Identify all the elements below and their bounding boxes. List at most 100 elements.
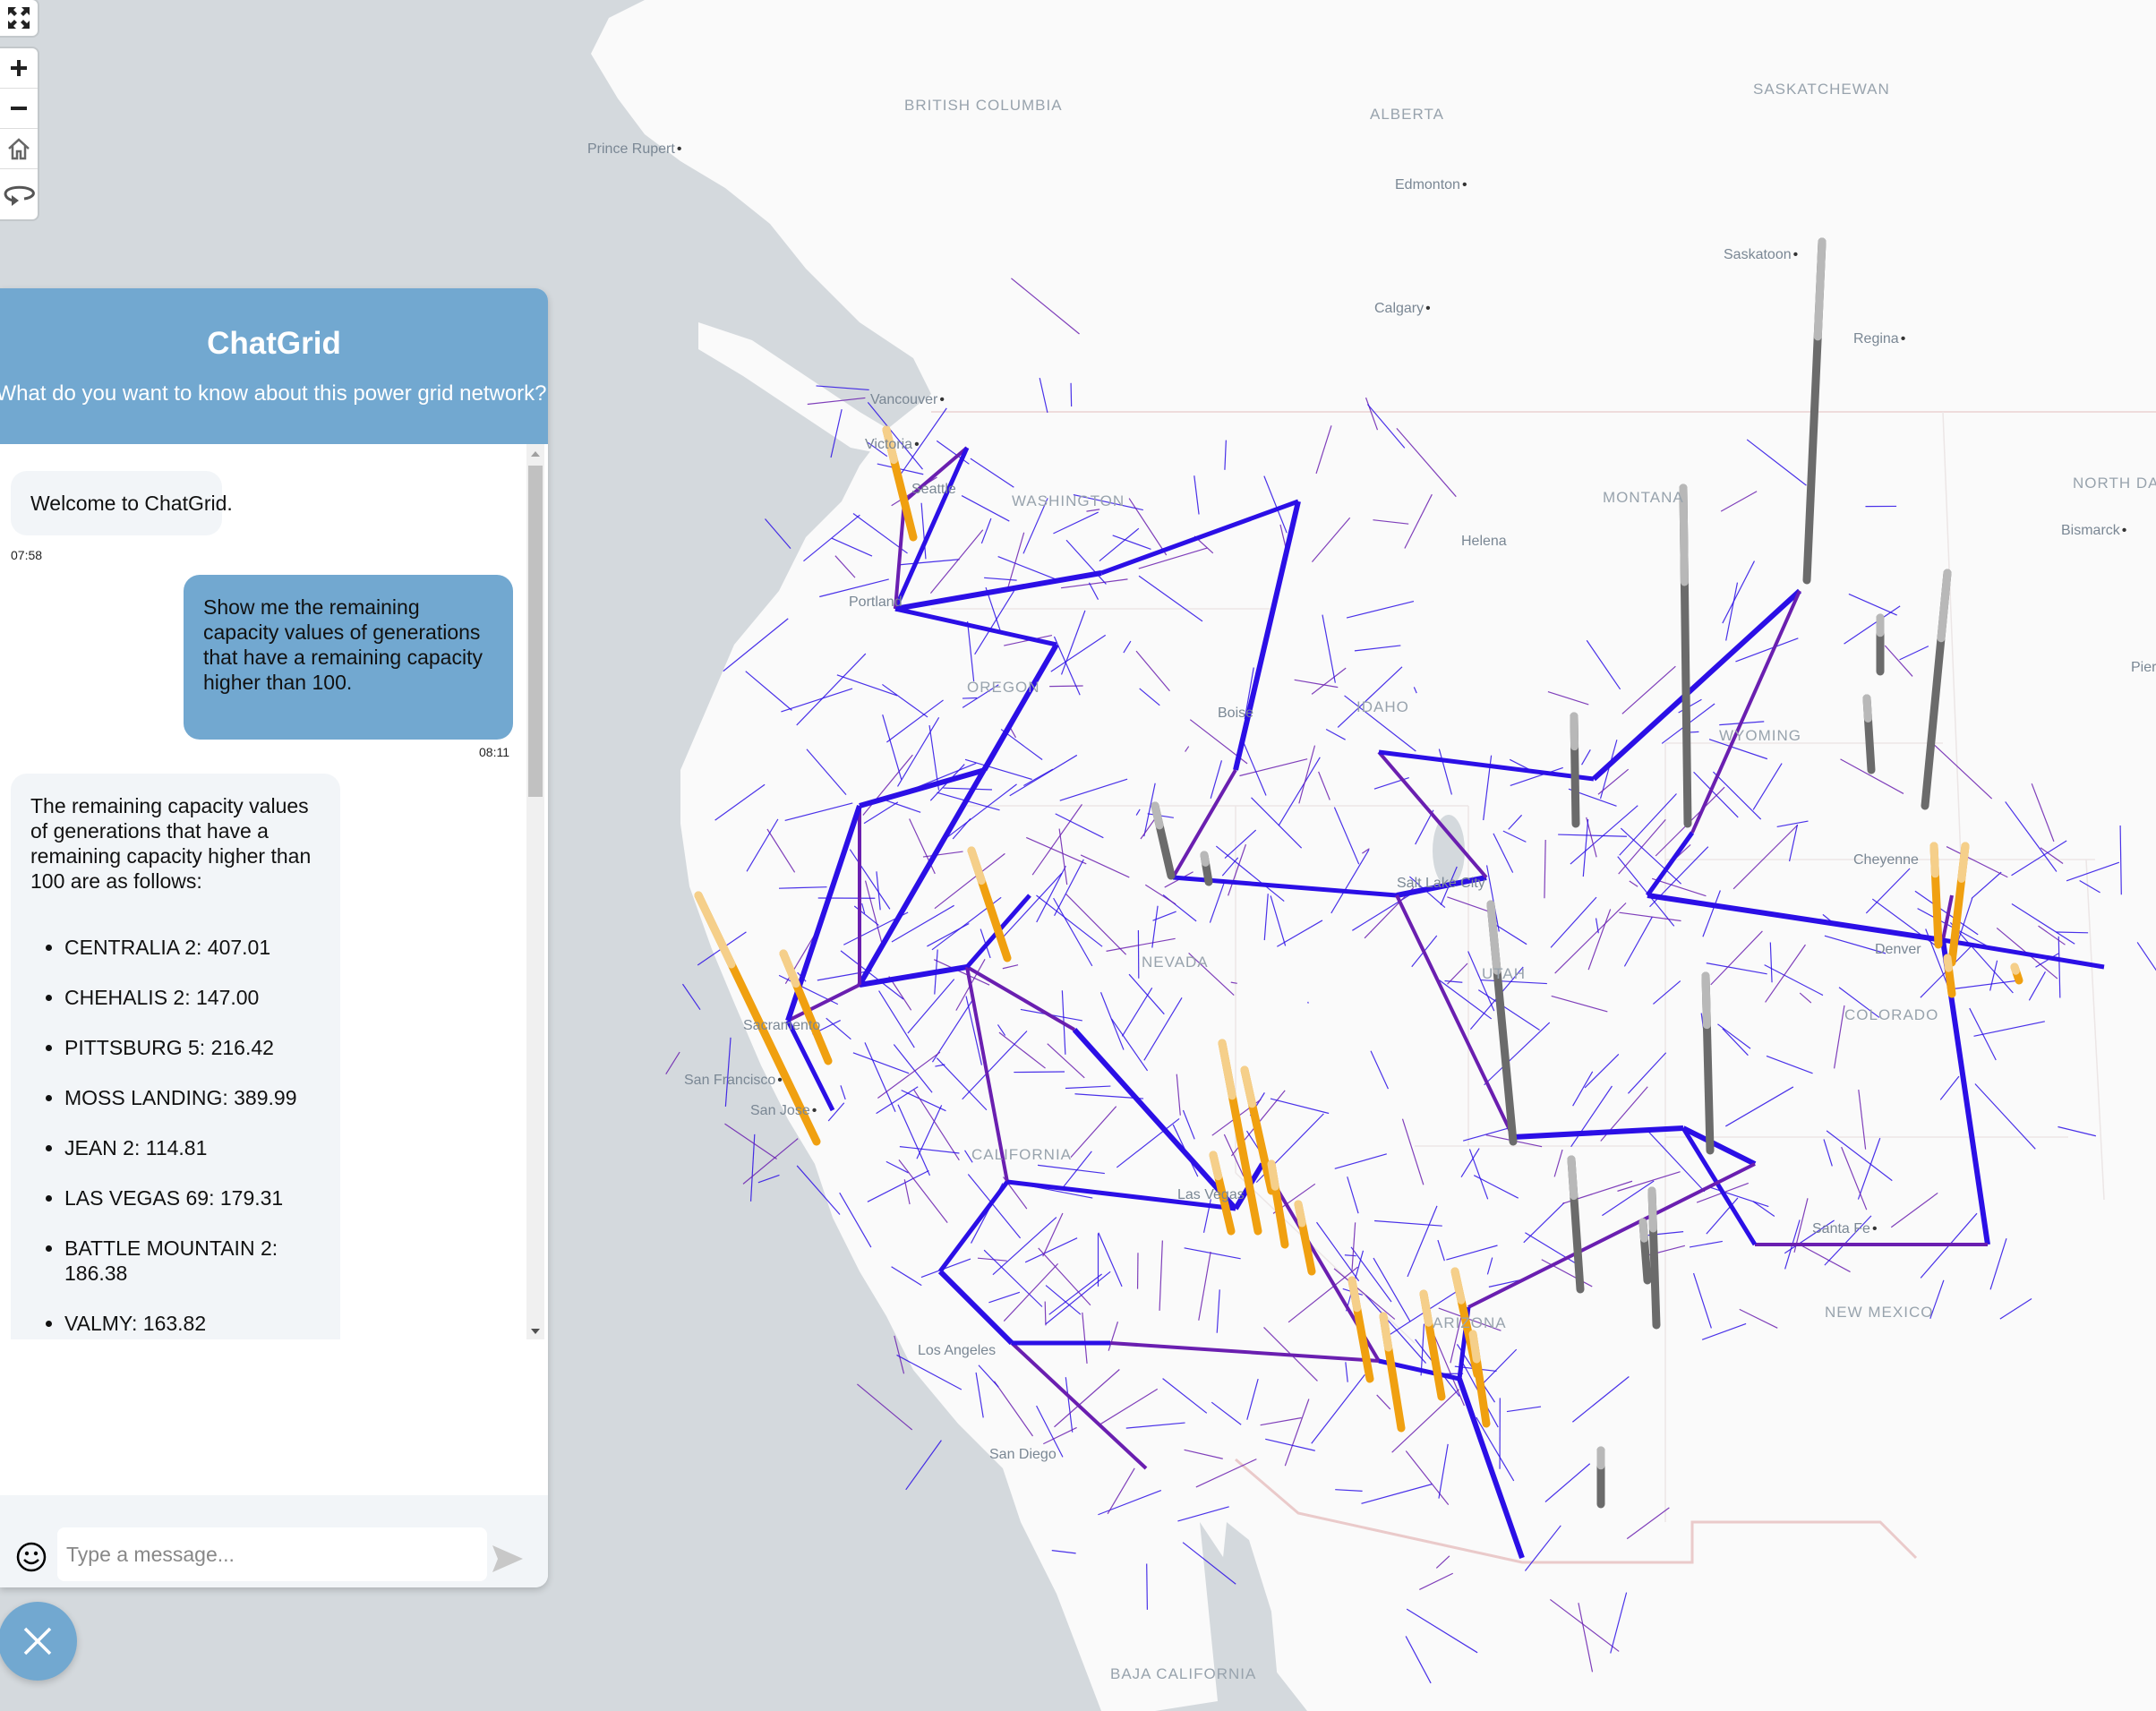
region-label: IDAHO xyxy=(1356,698,1409,715)
send-icon[interactable] xyxy=(491,1544,525,1574)
fullscreen-icon xyxy=(8,7,30,29)
city-label: Denver xyxy=(1875,942,1921,957)
list-item: PITTSBURG 5: 216.42 xyxy=(64,1035,321,1060)
transmission-line xyxy=(1049,685,1083,688)
generator-bar-top xyxy=(1348,1276,1362,1313)
city-label: Calgary xyxy=(1374,301,1431,317)
rotate-icon xyxy=(4,185,35,206)
generator-bar-top xyxy=(1862,694,1872,723)
list-item: CENTRALIA 2: 407.01 xyxy=(64,935,321,960)
generator-bar-top xyxy=(1379,1312,1393,1352)
city-label: Saskatoon xyxy=(1724,247,1798,263)
city-label: Los Angeles xyxy=(918,1343,997,1358)
rotate-button[interactable] xyxy=(0,169,38,219)
message-input[interactable] xyxy=(57,1527,487,1581)
generator-bar-top xyxy=(1701,971,1711,1030)
city-label: San Jose xyxy=(750,1103,817,1119)
city-label: Edmonton xyxy=(1395,177,1467,193)
scroll-up-arrow[interactable] xyxy=(531,451,540,457)
city-label: Pierre xyxy=(2131,660,2156,675)
chat-panel: ChatGrid What do you want to know about … xyxy=(0,288,548,1587)
generator-bar-top xyxy=(1638,1218,1648,1243)
region-label: ALBERTA xyxy=(1370,106,1444,123)
generator-bar-top xyxy=(1567,1155,1578,1201)
region-label: OREGON xyxy=(967,679,1040,696)
user-message: Show me the remaining capacity values of… xyxy=(184,575,513,740)
chat-header: ChatGrid What do you want to know about … xyxy=(0,288,548,444)
fullscreen-button[interactable] xyxy=(0,0,38,36)
zoom-in-button[interactable] xyxy=(0,48,38,89)
navigation-control xyxy=(0,48,38,219)
smiley-icon[interactable] xyxy=(16,1542,47,1572)
message-list[interactable]: Welcome to ChatGrid. 07:58 Show me the r… xyxy=(0,444,526,1339)
minus-icon xyxy=(11,107,27,110)
generator-bar-top xyxy=(1570,712,1579,751)
generator-bar-top xyxy=(1813,237,1827,341)
region-label: UTAH xyxy=(1482,965,1527,982)
transmission-line xyxy=(1044,1301,1047,1326)
region-label: ARIZONA xyxy=(1433,1314,1507,1331)
city-label: Portland xyxy=(849,595,903,610)
city-label: San Francisco xyxy=(684,1073,783,1089)
city-label: Santa Fe xyxy=(1812,1221,1878,1237)
capacity-list: CENTRALIA 2: 407.01 CHEHALIS 2: 147.00 P… xyxy=(30,935,321,1339)
zoom-out-button[interactable] xyxy=(0,89,38,129)
scroll-thumb[interactable] xyxy=(528,466,543,797)
city-label: Cheyenne xyxy=(1853,852,1919,868)
list-item: JEAN 2: 114.81 xyxy=(64,1135,321,1160)
city-label: Sacramento xyxy=(743,1018,821,1033)
message-text: Welcome to ChatGrid. xyxy=(30,492,233,515)
reset-view-button[interactable] xyxy=(0,129,38,169)
region-label: WYOMING xyxy=(1719,727,1801,744)
message-composer xyxy=(0,1495,548,1587)
region-label: NEVADA xyxy=(1142,954,1209,971)
message-text: Show me the remaining capacity values of… xyxy=(203,595,483,694)
list-item: CHEHALIS 2: 147.00 xyxy=(64,985,321,1010)
list-item: LAS VEGAS 69: 179.31 xyxy=(64,1185,321,1211)
city-label: Las Vegas xyxy=(1177,1187,1245,1202)
chat-subtitle: What do you want to know about this powe… xyxy=(0,381,547,406)
generator-bar-top xyxy=(1209,1151,1223,1181)
message-timestamp: 07:58 xyxy=(11,548,43,562)
generator-bar-top xyxy=(1294,1200,1306,1228)
city-label: Helena xyxy=(1461,534,1507,549)
scroll-down-arrow[interactable] xyxy=(531,1329,540,1334)
region-label: BRITISH COLUMBIA xyxy=(904,97,1063,114)
generator-bar-top xyxy=(1267,1159,1279,1191)
home-icon xyxy=(8,138,30,160)
region-label: SASKATCHEWAN xyxy=(1753,81,1890,98)
generator-bar-top xyxy=(1200,851,1210,867)
list-item: BATTLE MOUNTAIN 2: 186.38 xyxy=(64,1236,321,1286)
message-scrollbar[interactable] xyxy=(526,444,544,1339)
city-label: Bismarck xyxy=(2061,523,2126,539)
fullscreen-control[interactable] xyxy=(0,0,38,36)
plus-icon xyxy=(11,60,27,76)
transmission-line xyxy=(1070,382,1073,406)
close-chat-button[interactable] xyxy=(0,1602,77,1681)
transmission-line xyxy=(1146,1563,1148,1610)
generator-bar-top xyxy=(1943,954,1953,972)
generator-bar-top xyxy=(1151,801,1164,830)
close-icon xyxy=(23,1627,52,1655)
transmission-line xyxy=(2056,931,2089,934)
city-label: Victoria xyxy=(865,437,920,453)
city-label: Salt Lake City xyxy=(1397,876,1485,891)
region-label: WASHINGTON xyxy=(1012,492,1125,509)
bot-message: The remaining capacity values of generat… xyxy=(11,774,340,1339)
bot-message: Welcome to ChatGrid. xyxy=(11,471,233,535)
region-label: CALIFORNIA xyxy=(971,1146,1073,1163)
region-label: NEW MEXICO xyxy=(1825,1304,1934,1321)
generator-bar-top xyxy=(1419,1289,1433,1327)
city-label: Boise xyxy=(1218,706,1254,721)
region-label: BAJA CALIFORNIA xyxy=(1110,1665,1257,1682)
city-label: San Diego xyxy=(989,1447,1057,1462)
message-intro: The remaining capacity values of generat… xyxy=(30,794,312,893)
generator-bar-top xyxy=(1647,1186,1657,1233)
city-label: Seattle xyxy=(911,482,956,497)
list-item: VALMY: 163.82 xyxy=(64,1311,321,1336)
generator-bar-top xyxy=(1957,842,1970,883)
city-label: Regina xyxy=(1853,331,1905,347)
city-label: Vancouver xyxy=(870,392,945,408)
chat-title: ChatGrid xyxy=(207,326,341,361)
transmission-line xyxy=(962,697,978,699)
